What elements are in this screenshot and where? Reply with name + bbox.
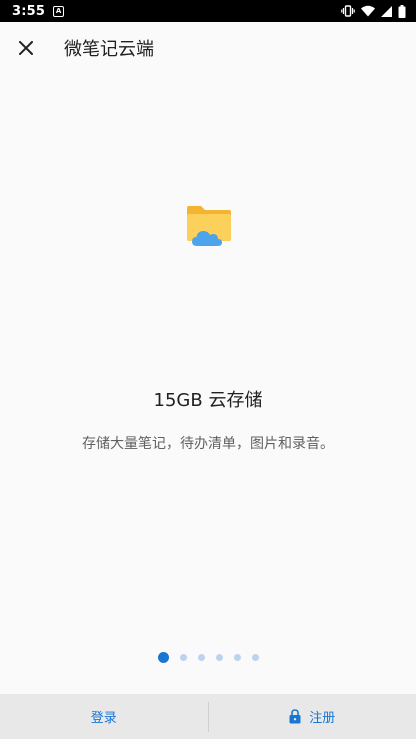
close-button[interactable] bbox=[0, 22, 52, 74]
app-bar: 微笔记云端 bbox=[0, 22, 416, 74]
login-label: 登录 bbox=[90, 711, 117, 726]
status-time: 3:55 bbox=[12, 3, 46, 19]
page-dot-active[interactable] bbox=[157, 652, 169, 663]
cloud-folder-icon bbox=[187, 206, 231, 246]
notification-icon: A bbox=[53, 5, 65, 17]
wifi-icon bbox=[361, 5, 375, 17]
page-dot[interactable] bbox=[197, 654, 205, 661]
page-dot[interactable] bbox=[251, 654, 259, 661]
lock-icon bbox=[289, 709, 301, 724]
page-title: 微笔记云端 bbox=[64, 39, 154, 60]
page-indicator[interactable] bbox=[0, 652, 416, 663]
signal-icon bbox=[381, 5, 392, 17]
register-button[interactable]: 注册 bbox=[209, 694, 416, 739]
feature-title: 15GB 云存储 bbox=[153, 390, 263, 411]
feature-description: 存储大量笔记，待办清单，图片和录音。 bbox=[82, 436, 334, 452]
vibrate-icon bbox=[341, 5, 355, 17]
battery-icon bbox=[398, 4, 406, 18]
page-dot[interactable] bbox=[233, 654, 241, 661]
close-icon bbox=[19, 41, 33, 55]
status-bar: 3:55 A bbox=[0, 0, 416, 22]
status-icons bbox=[341, 4, 406, 18]
bottom-action-bar: 登录 注册 bbox=[0, 694, 416, 739]
page-dot[interactable] bbox=[179, 654, 187, 661]
register-label: 注册 bbox=[309, 711, 336, 726]
login-button[interactable]: 登录 bbox=[0, 694, 208, 739]
page-dot[interactable] bbox=[215, 654, 223, 661]
